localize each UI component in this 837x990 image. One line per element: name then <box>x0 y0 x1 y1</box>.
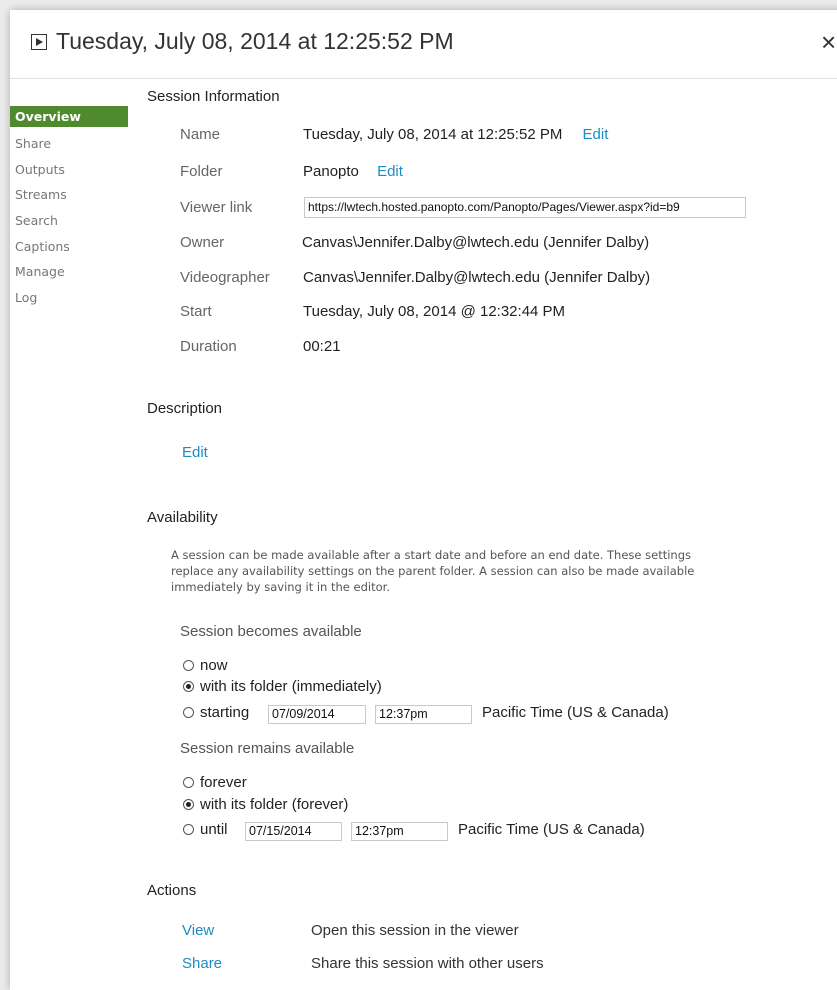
edit-description-link[interactable]: Edit <box>182 444 208 461</box>
description-heading: Description <box>147 400 223 417</box>
radio-button[interactable] <box>183 707 194 718</box>
videographer-label: Videographer <box>180 269 270 286</box>
folder-value: Panopto Edit <box>303 163 403 180</box>
viewer-link-label: Viewer link <box>180 199 253 216</box>
start-timezone: Pacific Time (US & Canada) <box>482 704 669 721</box>
radio-button[interactable] <box>183 660 194 671</box>
option-label: now <box>200 657 228 674</box>
nav-item-share[interactable]: Share <box>10 131 128 157</box>
name-label: Name <box>180 126 221 143</box>
view-action-link[interactable]: View <box>182 922 214 939</box>
remains-forever-option[interactable]: forever <box>183 774 247 794</box>
edit-folder-link[interactable]: Edit <box>377 163 403 180</box>
settings-nav: Overview Share Outputs Streams Search Ca… <box>10 106 128 311</box>
radio-button-checked[interactable] <box>183 681 194 692</box>
end-time-input[interactable]: 12:37pm <box>351 822 448 841</box>
session-dialog: Tuesday, July 08, 2014 at 12:25:52 PM × … <box>10 10 837 990</box>
edit-name-link[interactable]: Edit <box>583 126 609 143</box>
option-label: with its folder (forever) <box>200 796 349 813</box>
session-name: Tuesday, July 08, 2014 at 12:25:52 PM <box>303 126 563 143</box>
view-action-desc: Open this session in the viewer <box>311 922 519 939</box>
duration-value: 00:21 <box>303 338 341 355</box>
start-date-input[interactable]: 07/09/2014 <box>268 705 366 724</box>
close-icon[interactable]: × <box>821 29 836 55</box>
actions-heading: Actions <box>147 882 197 899</box>
radio-button[interactable] <box>183 777 194 788</box>
end-date-input[interactable]: 07/15/2014 <box>245 822 342 841</box>
videographer-value: Canvas\Jennifer.Dalby@lwtech.edu (Jennif… <box>303 269 651 286</box>
becomes-available-label: Session becomes available <box>180 623 362 640</box>
nav-item-captions[interactable]: Captions <box>10 234 128 260</box>
owner-label: Owner <box>180 234 225 251</box>
becomes-now-option[interactable]: now <box>183 657 228 677</box>
remains-with-folder-option[interactable]: with its folder (forever) <box>183 796 348 816</box>
folder-label: Folder <box>180 163 223 180</box>
becomes-starting-option[interactable]: starting <box>183 704 249 724</box>
option-label: until <box>200 821 228 838</box>
remains-available-label: Session remains available <box>180 740 355 757</box>
dialog-title: Tuesday, July 08, 2014 at 12:25:52 PM <box>56 28 454 54</box>
name-value: Tuesday, July 08, 2014 at 12:25:52 PM Ed… <box>303 126 608 143</box>
becomes-with-folder-option[interactable]: with its folder (immediately) <box>183 678 382 698</box>
availability-help-text: A session can be made available after a … <box>171 548 695 594</box>
availability-heading: Availability <box>147 509 218 526</box>
nav-item-streams[interactable]: Streams <box>10 182 128 208</box>
owner-value: Canvas\Jennifer.Dalby@lwtech.edu (Jennif… <box>302 234 650 251</box>
nav-item-overview[interactable]: Overview <box>10 106 128 127</box>
session-info-heading: Session Information <box>147 88 280 105</box>
nav-item-search[interactable]: Search <box>10 208 128 234</box>
play-icon <box>31 34 47 50</box>
folder-name: Panopto <box>303 163 359 180</box>
option-label: forever <box>200 774 247 791</box>
option-label: with its folder (immediately) <box>200 678 382 695</box>
remains-until-option[interactable]: until <box>183 821 228 841</box>
nav-item-outputs[interactable]: Outputs <box>10 157 128 183</box>
start-label: Start <box>180 303 212 320</box>
nav-item-log[interactable]: Log <box>10 285 128 311</box>
radio-button-checked[interactable] <box>183 799 194 810</box>
viewer-link-field[interactable]: https://lwtech.hosted.panopto.com/Panopt… <box>304 197 746 218</box>
share-action-link[interactable]: Share <box>182 955 222 972</box>
radio-button[interactable] <box>183 824 194 835</box>
start-value: Tuesday, July 08, 2014 @ 12:32:44 PM <box>303 303 566 320</box>
duration-label: Duration <box>180 338 237 355</box>
end-timezone: Pacific Time (US & Canada) <box>458 821 645 838</box>
option-label: starting <box>200 704 250 721</box>
nav-item-manage[interactable]: Manage <box>10 259 128 285</box>
dialog-header: Tuesday, July 08, 2014 at 12:25:52 PM × <box>10 10 837 79</box>
start-time-input[interactable]: 12:37pm <box>375 705 472 724</box>
share-action-desc: Share this session with other users <box>311 955 544 972</box>
